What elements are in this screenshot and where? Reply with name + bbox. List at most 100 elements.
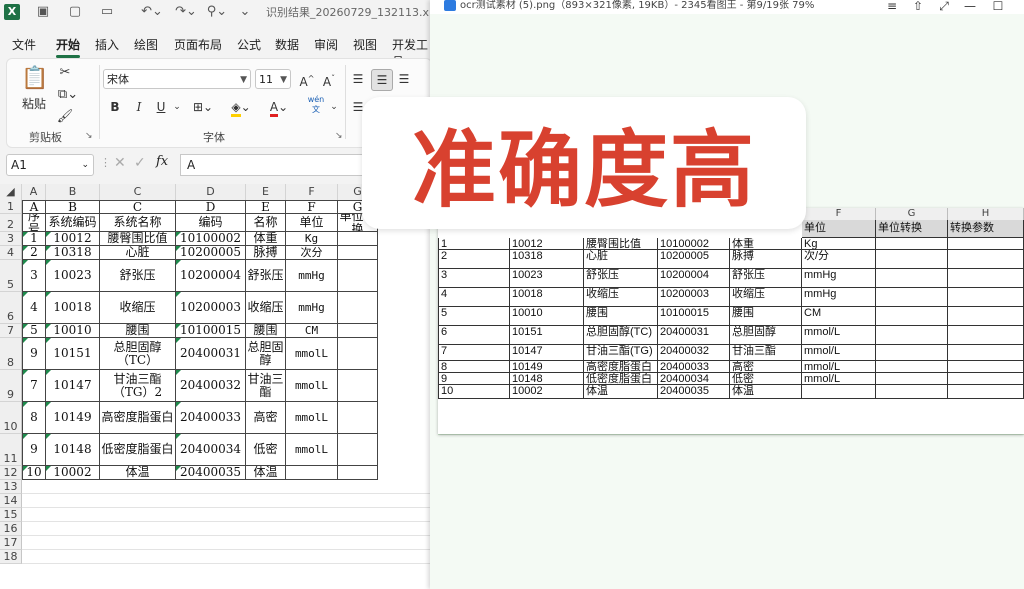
table-cell[interactable]: mmHg [286, 260, 338, 292]
table-cell[interactable]: 体温 [246, 466, 286, 480]
table-cell[interactable]: 10149 [46, 402, 100, 434]
bold-button[interactable]: B [107, 97, 123, 117]
table-cell[interactable] [338, 324, 378, 338]
align-middle-icon[interactable]: ☰ [371, 69, 393, 91]
table-cell[interactable]: 舒张压 [246, 260, 286, 292]
copy-icon[interactable]: ⧉⌄ [55, 87, 81, 102]
table-cell[interactable] [338, 260, 378, 292]
column-header[interactable]: C [100, 184, 176, 200]
table-cell[interactable]: D [176, 200, 246, 214]
column-header[interactable]: F [286, 184, 338, 200]
row-header[interactable]: 2 [0, 214, 22, 232]
folder-icon[interactable]: ▭ [98, 3, 116, 21]
table-cell[interactable]: 3 [22, 260, 46, 292]
table-cell[interactable] [338, 402, 378, 434]
chevron-down-icon[interactable]: ⌄ [171, 97, 183, 117]
table-cell[interactable]: CM [286, 324, 338, 338]
table-cell[interactable]: 系统名称 [100, 214, 176, 232]
table-cell[interactable]: 序号 [22, 214, 46, 232]
font-color-icon[interactable]: A⌄ [265, 97, 293, 117]
paste-icon[interactable]: 📋 [21, 65, 48, 93]
menu-icon[interactable]: ≡ [882, 0, 902, 12]
column-header[interactable]: B [46, 184, 100, 200]
borders-icon[interactable]: ⊞⌄ [191, 97, 215, 117]
table-cell[interactable] [338, 434, 378, 466]
save-icon[interactable]: ▣ [34, 3, 52, 21]
column-header[interactable]: D [176, 184, 246, 200]
row-header[interactable]: 10 [0, 402, 22, 434]
table-cell[interactable]: 体温 [100, 466, 176, 480]
row-header[interactable]: 5 [0, 260, 22, 292]
table-cell[interactable] [286, 466, 338, 480]
row-header[interactable]: 12 [0, 466, 22, 480]
maximize-icon[interactable]: ☐ [988, 0, 1008, 12]
table-cell[interactable] [338, 338, 378, 370]
row-header[interactable]: 17 [0, 536, 22, 550]
table-cell[interactable]: 总胆固醇（TC） [100, 338, 176, 370]
tab-formulas[interactable]: 公式 [237, 36, 261, 53]
pin-icon[interactable]: ⇧ [908, 0, 928, 12]
table-cell[interactable]: 甘油三酯 [246, 370, 286, 402]
fullscreen-icon[interactable]: ⤢ [934, 0, 954, 12]
table-cell[interactable]: 10151 [46, 338, 100, 370]
row-header[interactable]: 18 [0, 550, 22, 564]
table-cell[interactable]: 腰臀围比值 [100, 232, 176, 246]
format-painter-brush-icon[interactable]: 🖌 [55, 109, 75, 124]
table-cell[interactable]: 10318 [46, 246, 100, 260]
row-header[interactable]: 15 [0, 508, 22, 522]
table-cell[interactable]: 10012 [46, 232, 100, 246]
table-cell[interactable]: 总胆固醇 [246, 338, 286, 370]
font-size-combo[interactable]: 11 ▼ [255, 69, 291, 89]
name-box[interactable]: A1 ⌄ [6, 154, 94, 176]
table-cell[interactable]: 次分 [286, 246, 338, 260]
table-cell[interactable]: 10023 [46, 260, 100, 292]
table-cell[interactable]: 高密 [246, 402, 286, 434]
table-cell[interactable]: 7 [22, 370, 46, 402]
table-cell[interactable]: 腰围 [246, 324, 286, 338]
table-cell[interactable]: 收缩压 [100, 292, 176, 324]
format-painter-icon[interactable]: ⚲⌄ [206, 3, 228, 21]
table-cell[interactable] [338, 232, 378, 246]
table-cell[interactable]: 8 [22, 402, 46, 434]
table-cell[interactable]: Kg [286, 232, 338, 246]
row-header[interactable]: 9 [0, 370, 22, 402]
table-cell[interactable]: mmolL [286, 370, 338, 402]
table-cell[interactable]: 高密度脂蛋白 [100, 402, 176, 434]
table-cell[interactable]: 10200005 [176, 246, 246, 260]
font-name-combo[interactable]: 宋体 ▼ [103, 69, 251, 89]
decrease-font-icon[interactable]: Aˇ [319, 69, 339, 89]
tab-page-layout[interactable]: 页面布局 [174, 36, 222, 53]
table-cell[interactable]: 10 [22, 466, 46, 480]
chevron-down-icon[interactable]: ⌄ [329, 97, 339, 117]
table-cell[interactable]: 4 [22, 292, 46, 324]
table-cell[interactable]: 名称 [246, 214, 286, 232]
table-cell[interactable]: mmolL [286, 434, 338, 466]
underline-button[interactable]: U [153, 97, 169, 117]
table-cell[interactable]: C [100, 200, 176, 214]
table-cell[interactable] [338, 370, 378, 402]
row-header[interactable]: 16 [0, 522, 22, 536]
table-cell[interactable] [338, 246, 378, 260]
clipboard-launcher-icon[interactable]: ↘ [85, 131, 93, 141]
table-cell[interactable]: 9 [22, 338, 46, 370]
row-header[interactable]: 8 [0, 338, 22, 370]
table-cell[interactable]: 编码 [176, 214, 246, 232]
row-header[interactable]: 13 [0, 480, 22, 494]
table-cell[interactable]: 腰围 [100, 324, 176, 338]
table-cell[interactable]: 舒张压 [100, 260, 176, 292]
cancel-icon[interactable]: ✕ [114, 155, 126, 171]
table-cell[interactable]: 5 [22, 324, 46, 338]
table-cell[interactable] [338, 466, 378, 480]
row-header[interactable]: 1 [0, 200, 22, 214]
table-cell[interactable]: 体重 [246, 232, 286, 246]
font-launcher-icon[interactable]: ↘ [335, 131, 343, 141]
increase-font-icon[interactable]: A^ [297, 69, 317, 89]
table-cell[interactable]: mmolL [286, 338, 338, 370]
table-cell[interactable]: B [46, 200, 100, 214]
enter-icon[interactable]: ✓ [134, 155, 146, 171]
table-cell[interactable]: 1 [22, 232, 46, 246]
insert-function-button[interactable]: fx [156, 154, 168, 169]
table-cell[interactable]: 20400034 [176, 434, 246, 466]
table-cell[interactable]: 甘油三酯（TG）2 [100, 370, 176, 402]
tab-data[interactable]: 数据 [275, 36, 299, 53]
